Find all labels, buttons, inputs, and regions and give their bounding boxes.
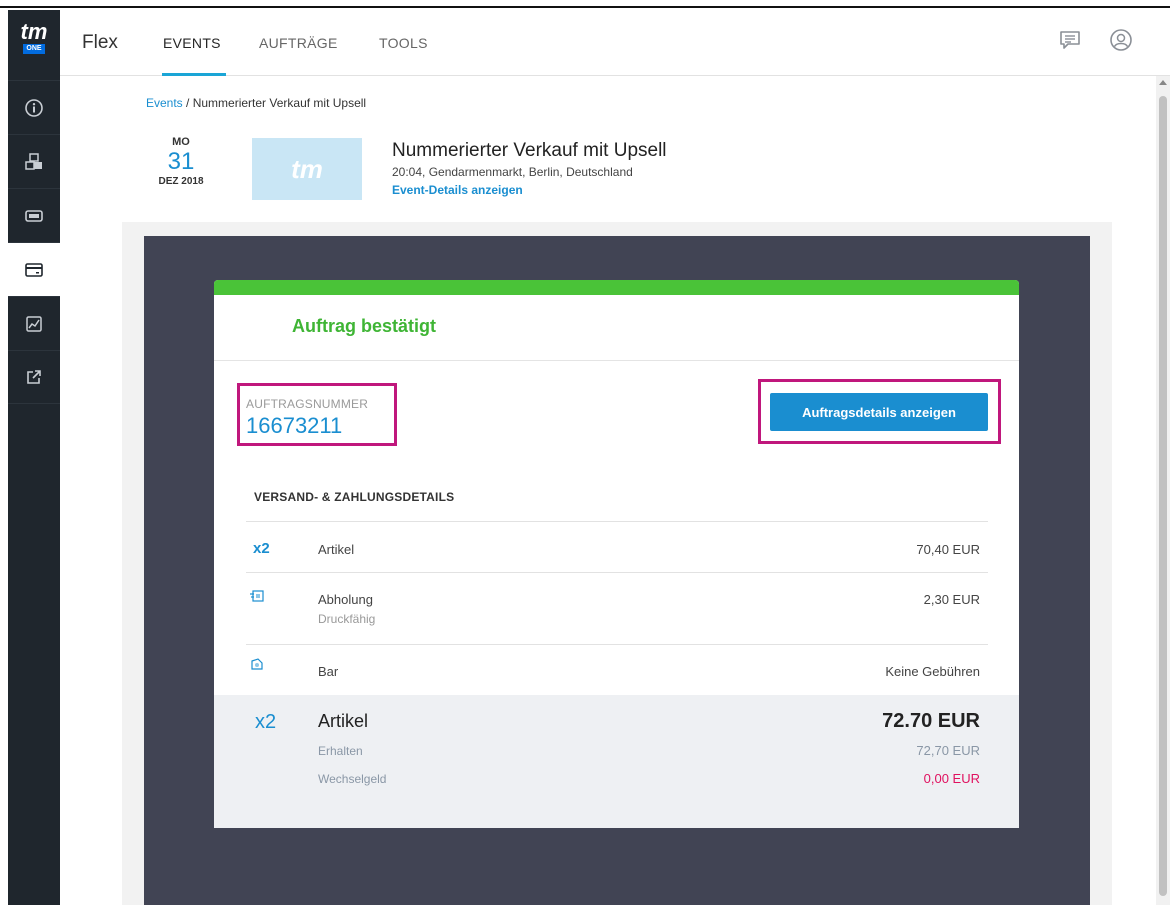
app-brand: Flex (82, 32, 118, 53)
chat-icon (1060, 31, 1080, 49)
event-date: MO 31 DEZ 2018 (150, 136, 212, 187)
event-title: Nummerierter Verkauf mit Upsell (392, 140, 667, 161)
order-number-label: AUFTRAGSNUMMER (246, 397, 369, 411)
active-tab-indicator (162, 73, 226, 76)
page-scrollbar[interactable] (1156, 76, 1170, 905)
row-divider (246, 644, 988, 645)
sidebar-item-card[interactable] (8, 242, 60, 296)
payment-label: Bar (318, 664, 339, 679)
delivery-label: Abholung (318, 592, 373, 607)
ticket-icon (25, 209, 43, 222)
summary-total: 72.70 EUR (882, 710, 980, 732)
user-button[interactable] (1107, 26, 1135, 54)
event-details-link[interactable]: Event-Details anzeigen (392, 183, 523, 197)
summary-label: Artikel (318, 711, 369, 731)
logo-text: tm (20, 19, 48, 44)
event-thumbnail: tm (252, 138, 362, 200)
order-number: 16673211 (246, 413, 343, 438)
external-link-icon (27, 370, 41, 384)
section-title: VERSAND- & ZAHLUNGSDETAILS (254, 490, 455, 504)
tab-auftraege[interactable]: AUFTRÄGE (259, 35, 338, 51)
change-label: Wechselgeld (318, 772, 387, 786)
cubes-icon (25, 152, 42, 170)
cropped-header-strip (0, 0, 1170, 8)
payment-value: Keine Gebühren (885, 664, 980, 679)
event-venue: 20:04, Gendarmenmarkt, Berlin, Deutschla… (392, 165, 633, 179)
sidebar: tm ONE (8, 10, 60, 905)
tm-one-logo[interactable]: tm ONE (8, 10, 60, 80)
event-day: 31 (167, 148, 195, 175)
delivery-icon (250, 590, 264, 602)
breadcrumb: Events / Nummerierter Verkauf mit Upsell (146, 96, 366, 110)
row-divider (246, 572, 988, 573)
user-icon (1110, 29, 1132, 51)
card-divider (214, 360, 1019, 361)
scroll-up-arrow-icon[interactable] (1159, 80, 1167, 85)
item-label: Artikel (318, 542, 355, 557)
logo-badge: ONE (23, 44, 45, 54)
order-status-title: Auftrag bestätigt (292, 316, 436, 336)
order-details-button[interactable]: Auftragsdetails anzeigen (770, 393, 988, 431)
received-label: Erhalten (318, 744, 363, 758)
tab-tools[interactable]: TOOLS (379, 35, 428, 51)
tab-events[interactable]: EVENTS (163, 35, 221, 51)
change-value: 0,00 EUR (923, 771, 980, 786)
cash-icon (251, 658, 263, 670)
event-month-year: DEZ 2018 (158, 176, 204, 187)
sidebar-item-ticket[interactable] (8, 188, 60, 242)
event-thumbnail-logo: tm (291, 153, 323, 184)
summary-quantity: x2 (255, 711, 277, 733)
info-icon (25, 98, 43, 117)
breadcrumb-current: Nummerierter Verkauf mit Upsell (192, 96, 367, 110)
sidebar-item-info[interactable] (8, 80, 60, 134)
sidebar-item-cubes[interactable] (8, 134, 60, 188)
sidebar-item-external[interactable] (8, 350, 60, 404)
chat-button[interactable] (1056, 26, 1084, 54)
item-quantity: x2 (253, 540, 270, 557)
row-divider (246, 521, 988, 522)
success-bar (214, 280, 1019, 295)
breadcrumb-separator: / (182, 96, 193, 110)
card-icon (25, 262, 43, 277)
event-day-of-week: MO (172, 136, 190, 148)
app-window: tm ONE Flex EVENTS AUFTRÄGE TOOLS Events… (0, 0, 1170, 905)
sidebar-item-chart[interactable] (8, 296, 60, 350)
chart-icon (26, 315, 42, 332)
breadcrumb-events-link[interactable]: Events (146, 96, 183, 110)
scrollbar-thumb[interactable] (1159, 96, 1167, 896)
delivery-value: 2,30 EUR (923, 592, 980, 607)
top-navigation: Flex EVENTS AUFTRÄGE TOOLS (60, 10, 1170, 76)
received-value: 72,70 EUR (916, 743, 980, 758)
item-value: 70,40 EUR (916, 542, 980, 557)
delivery-sublabel: Druckfähig (318, 612, 376, 626)
